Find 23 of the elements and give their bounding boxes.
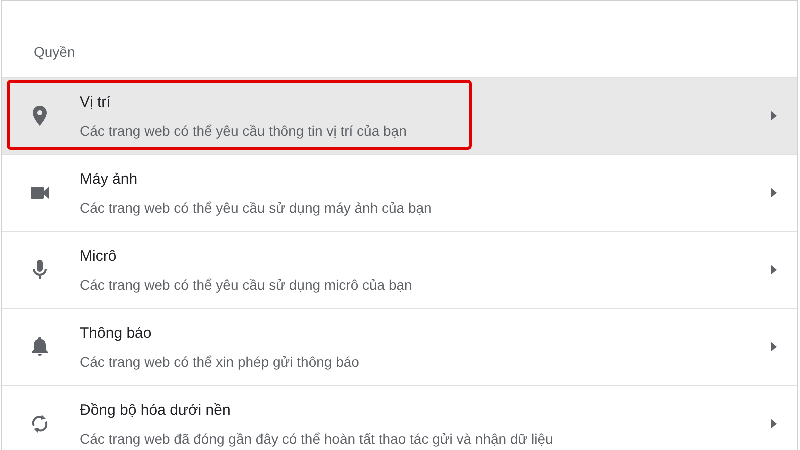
row-title: Micrô [80, 247, 117, 268]
row-title: Thông báo [80, 324, 152, 344]
settings-row[interactable]: Đồng bộ hóa dưới nền Các trang web đã đóng gần đây có thể hoàn tất thao tác gửi và nhận dữ liệu [2, 385, 797, 450]
section-title: Quyền [34, 44, 76, 60]
row-description: Các trang web có thể yêu cầu thông tin vị trí của bạn [80, 122, 407, 141]
sync-icon [31, 414, 49, 434]
row-description: Các trang web có thể yêu cầu sử dụng máy ảnh của bạn [80, 198, 432, 218]
microphone-icon [33, 260, 47, 280]
chevron-right-icon [771, 188, 777, 198]
location-pin-icon [33, 106, 47, 126]
row-title: Đồng bộ hóa dưới nền [80, 401, 231, 422]
chevron-right-icon [771, 419, 777, 429]
row-title: Vị trí [80, 93, 111, 114]
bell-icon [32, 337, 48, 357]
chevron-right-icon [771, 265, 777, 275]
row-description: Các trang web có thể yêu cầu sử dụng micrô của bạn [80, 276, 412, 295]
settings-row[interactable]: Vị trí Các trang web có thể yêu cầu thông tin vị trí của bạn [2, 77, 797, 154]
row-description: Các trang web đã đóng gần đây có thể hoàn tất thao tác gửi và nhận dữ liệu [80, 430, 554, 449]
chevron-right-icon [771, 111, 777, 121]
row-title: Máy ảnh [80, 170, 138, 190]
chevron-right-icon [771, 342, 777, 352]
video-camera-icon [31, 187, 49, 199]
row-description: Các trang web có thể xin phép gửi thông báo [80, 352, 360, 372]
